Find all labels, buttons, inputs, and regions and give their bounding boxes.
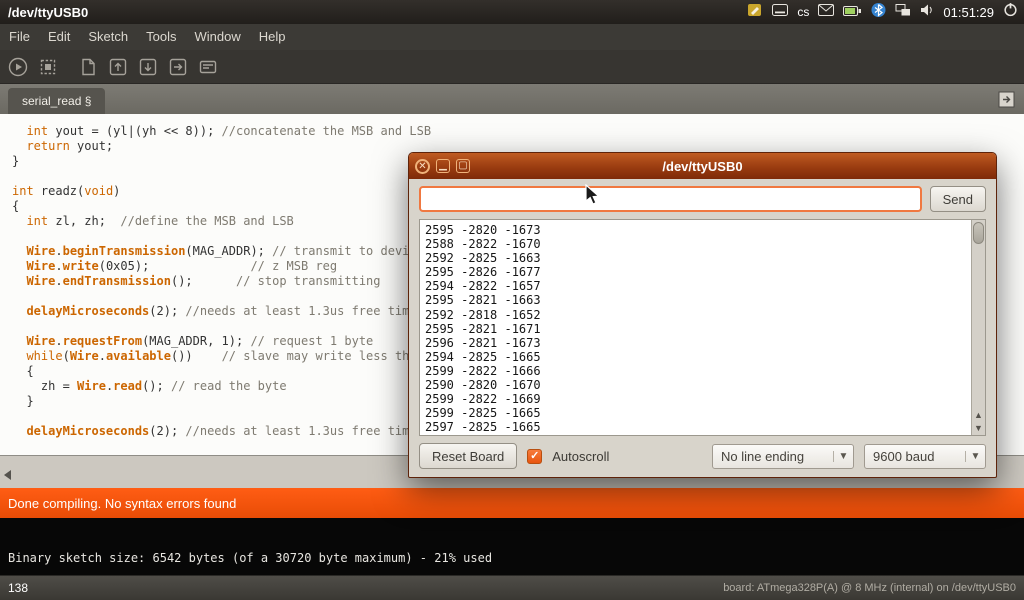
serial-monitor-titlebar[interactable]: ✕ ▁ ▢ /dev/ttyUSB0 bbox=[409, 153, 996, 179]
scroll-left-icon[interactable] bbox=[4, 470, 11, 480]
autoscroll-label: Autoscroll bbox=[552, 449, 609, 464]
menu-edit[interactable]: Edit bbox=[39, 24, 79, 50]
line-number: 138 bbox=[8, 581, 28, 595]
chevron-down-icon: ▼ bbox=[833, 451, 853, 462]
top-panel: /dev/ttyUSB0 cs 01:51:29 bbox=[0, 0, 1024, 24]
arrow-up-box-icon bbox=[107, 56, 129, 78]
serial-monitor-icon bbox=[197, 56, 219, 78]
arrow-down-box-icon bbox=[137, 56, 159, 78]
serial-input[interactable] bbox=[419, 186, 922, 212]
system-tray: cs 01:51:29 bbox=[747, 2, 1024, 23]
tab-label: serial_read § bbox=[22, 94, 91, 108]
keyboard-layout-indicator[interactable]: cs bbox=[797, 5, 809, 19]
screen: /dev/ttyUSB0 cs 01:51:29 File Edit Sketc… bbox=[0, 0, 1024, 600]
battery-icon[interactable] bbox=[843, 3, 862, 21]
serial-monitor-body: Send 2595 -2820 -16732588 -2822 -1670259… bbox=[409, 179, 996, 477]
menu-bar: File Edit Sketch Tools Window Help bbox=[0, 24, 1024, 50]
tab-menu-button[interactable] bbox=[998, 91, 1016, 109]
build-console: Binary sketch size: 6542 bytes (of a 307… bbox=[0, 518, 1024, 575]
line-ending-select[interactable]: No line ending ▼ bbox=[712, 444, 854, 469]
toolbar bbox=[0, 50, 1024, 84]
status-footer: 138 board: ATmega328P(A) @ 8 MHz (intern… bbox=[0, 575, 1024, 600]
play-circle-icon bbox=[7, 56, 29, 78]
send-button[interactable]: Send bbox=[930, 186, 986, 212]
scrollbar-thumb[interactable] bbox=[973, 222, 984, 244]
new-button[interactable] bbox=[76, 55, 100, 79]
minimize-icon[interactable]: ▁ bbox=[436, 159, 450, 173]
autoscroll-checkbox[interactable]: ✓ bbox=[527, 449, 542, 464]
panel-window-title: /dev/ttyUSB0 bbox=[0, 5, 88, 20]
mouse-cursor bbox=[583, 184, 603, 206]
console-output: Binary sketch size: 6542 bytes (of a 307… bbox=[8, 551, 492, 565]
board-info: board: ATmega328P(A) @ 8 MHz (internal) … bbox=[723, 582, 1016, 594]
bluetooth-icon[interactable] bbox=[871, 2, 886, 23]
compile-status-message: Done compiling. No syntax errors found bbox=[8, 496, 236, 511]
baud-rate-select[interactable]: 9600 baud ▼ bbox=[864, 444, 986, 469]
stop-square-icon bbox=[37, 56, 59, 78]
baud-rate-value: 9600 baud bbox=[865, 449, 965, 464]
serial-monitor-window: ✕ ▁ ▢ /dev/ttyUSB0 Send 2595 -2820 -1673… bbox=[408, 152, 997, 478]
menu-file[interactable]: File bbox=[0, 24, 39, 50]
arrow-right-box-icon bbox=[167, 56, 189, 78]
new-sketch-icon bbox=[77, 56, 99, 78]
tab-serial-read[interactable]: serial_read § bbox=[8, 88, 105, 114]
menu-tools[interactable]: Tools bbox=[137, 24, 185, 50]
stop-button[interactable] bbox=[36, 55, 60, 79]
reset-board-button[interactable]: Reset Board bbox=[419, 443, 517, 469]
mail-icon[interactable] bbox=[818, 3, 834, 21]
chevron-down-icon: ▼ bbox=[965, 451, 985, 462]
scroll-up-icon[interactable]: ▲ bbox=[972, 409, 985, 422]
tab-bar: serial_read § bbox=[0, 84, 1024, 114]
serial-monitor-title: /dev/ttyUSB0 bbox=[409, 159, 996, 174]
serial-output[interactable]: 2595 -2820 -16732588 -2822 -16702592 -28… bbox=[419, 219, 986, 436]
upload-button[interactable] bbox=[166, 55, 190, 79]
close-icon[interactable]: ✕ bbox=[415, 159, 430, 174]
clock[interactable]: 01:51:29 bbox=[943, 5, 994, 20]
save-button[interactable] bbox=[136, 55, 160, 79]
verify-button[interactable] bbox=[6, 55, 30, 79]
menu-window[interactable]: Window bbox=[185, 24, 249, 50]
compile-status-bar: Done compiling. No syntax errors found bbox=[0, 488, 1024, 518]
power-icon[interactable] bbox=[1003, 2, 1018, 22]
menu-sketch[interactable]: Sketch bbox=[79, 24, 137, 50]
tab-menu-icon bbox=[998, 91, 1016, 109]
keyboard-icon[interactable] bbox=[772, 3, 788, 21]
serial-monitor-controls: Reset Board ✓ Autoscroll No line ending … bbox=[419, 443, 986, 469]
line-ending-value: No line ending bbox=[713, 449, 833, 464]
note-icon[interactable] bbox=[747, 2, 763, 23]
menu-help[interactable]: Help bbox=[250, 24, 295, 50]
scroll-down-icon[interactable]: ▼ bbox=[972, 422, 985, 435]
open-button[interactable] bbox=[106, 55, 130, 79]
serial-output-lines: 2595 -2820 -16732588 -2822 -16702592 -28… bbox=[420, 220, 985, 436]
volume-icon[interactable] bbox=[920, 3, 934, 22]
maximize-icon[interactable]: ▢ bbox=[456, 159, 470, 173]
serial-scrollbar[interactable]: ▲ ▼ bbox=[971, 220, 985, 435]
network-icon[interactable] bbox=[895, 3, 911, 22]
serial-monitor-button[interactable] bbox=[196, 55, 220, 79]
